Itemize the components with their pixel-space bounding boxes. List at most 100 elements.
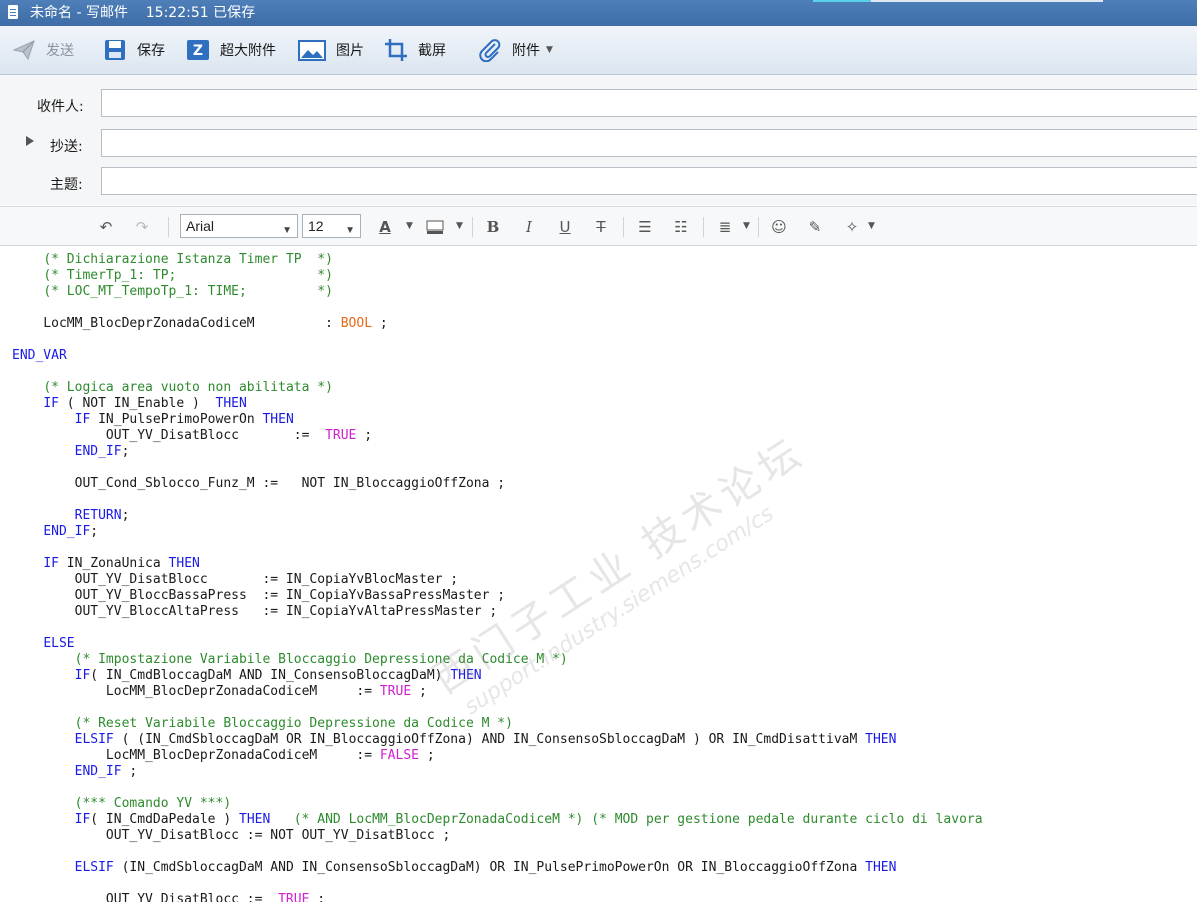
to-field[interactable] [101, 89, 1197, 117]
code-line: IF ( NOT IN_Enable ) THEN [12, 396, 247, 412]
code-token: ( (IN_CmdSbloccagDaM OR IN_BloccaggioOff… [113, 732, 866, 747]
attachment-button[interactable]: 附件 ▼ [478, 36, 553, 64]
chevron-down-icon[interactable]: ▼ [743, 221, 750, 231]
expand-triangle-icon[interactable] [26, 136, 34, 146]
font-size-select[interactable]: 12 ▼ [302, 214, 361, 238]
separator [168, 217, 169, 237]
screenshot-label: 截屏 [418, 43, 446, 59]
code-token: OUT_YV_DisatBlocc := [12, 428, 326, 443]
screenshot-button[interactable]: 截屏 [384, 36, 446, 64]
clear-format-icon[interactable]: ✎ [806, 218, 824, 236]
code-token: LocMM_BlocDeprZonadaCodiceM : [12, 316, 341, 331]
code-token: (* Logica area vuoto non abilitata *) [43, 380, 333, 395]
cc-label: 抄送: [50, 139, 83, 155]
code-line: (* LOC_MT_TempoTp_1: TIME; *) [12, 284, 333, 300]
emoji-icon[interactable]: ☺ [770, 218, 788, 236]
title-progress-strip [813, 0, 1103, 2]
numbered-list-icon[interactable]: ☷ [672, 218, 690, 236]
zip-icon: Z [186, 38, 210, 62]
code-token: ; [121, 444, 130, 459]
code-token: ( IN_CmdDaPedale ) [90, 812, 239, 827]
image-button[interactable]: 图片 [298, 36, 364, 64]
code-token: RETURN [74, 508, 122, 523]
code-token: (* Reset Variabile Bloccaggio Depression… [74, 716, 513, 731]
image-label: 图片 [336, 43, 364, 59]
code-token: (* AND LocMM_BlocDeprZonadaCodiceM *) (*… [293, 812, 983, 827]
text-color-icon[interactable]: A [376, 218, 394, 236]
font-family-value: Arial [186, 218, 215, 234]
code-token: IF [74, 668, 91, 683]
code-line: (*** Comando YV ***) [12, 796, 232, 812]
code-token: (IN_CmdSbloccagDaM AND IN_ConsensoSblocc… [113, 860, 866, 875]
code-token: ; [419, 748, 435, 763]
code-token: THEN [865, 860, 897, 875]
watermark-url: support.industry.siemens.com/cs [459, 501, 779, 721]
code-token: THEN [865, 732, 897, 747]
format-toolbar: ↶ ↷ Arial ▼ 12 ▼ A ▼ ▼ B I U T ☰ ☷ ≣ ▼ ☺ ✎… [0, 206, 1197, 246]
code-line: END_IF; [12, 524, 98, 540]
send-button[interactable]: 发送 [12, 36, 74, 64]
chevron-down-icon[interactable]: ▼ [406, 221, 413, 231]
code-line: END_VAR [12, 348, 67, 364]
code-token: END_IF [74, 444, 122, 459]
code-token: IF [74, 812, 91, 827]
highlight-color-icon[interactable] [426, 218, 444, 236]
large-attachment-button[interactable]: Z 超大附件 [186, 36, 276, 64]
svg-text:Z: Z [193, 43, 203, 59]
strikethrough-icon[interactable]: T [592, 218, 610, 236]
subject-field[interactable] [101, 167, 1197, 195]
code-token: IF [43, 556, 59, 571]
bold-icon[interactable]: B [484, 218, 502, 236]
code-token: THEN [215, 396, 247, 411]
code-token: (* TimerTp_1: TP; *) [43, 268, 333, 283]
chevron-down-icon: ▼ [345, 225, 355, 236]
magic-wand-icon[interactable]: ✧ [843, 218, 861, 236]
code-token: (* LOC_MT_TempoTp_1: TIME; *) [43, 284, 333, 299]
code-token: TRUE [379, 684, 412, 699]
bullet-list-icon[interactable]: ☰ [636, 218, 654, 236]
code-line: IF IN_ZonaUnica THEN [12, 556, 200, 572]
code-line: IF( IN_CmdBloccagDaM AND IN_ConsensoBloc… [12, 668, 482, 684]
code-token: ; [356, 428, 373, 443]
code-token: ELSIF [74, 732, 114, 747]
code-line: ELSE [12, 636, 75, 652]
underline-icon[interactable]: U [556, 218, 574, 236]
undo-icon[interactable]: ↶ [97, 218, 115, 236]
code-token: OUT_YV_DisatBlocc := [12, 892, 279, 902]
code-token: THEN [262, 412, 294, 427]
chevron-down-icon[interactable]: ▼ [456, 221, 463, 231]
cc-field[interactable] [101, 129, 1197, 157]
align-icon[interactable]: ≣ [716, 218, 734, 236]
chevron-down-icon[interactable]: ▼ [868, 221, 875, 231]
code-token: OUT_Cond_Sblocco_Funz_M := NOT IN_Blocca… [12, 476, 506, 491]
message-body-editor[interactable]: (* Dichiarazione Istanza Timer TP *) (* … [0, 246, 1197, 902]
code-token: ( IN_CmdBloccagDaM AND IN_ConsensoBlocca… [90, 668, 451, 683]
code-line: END_IF; [12, 444, 130, 460]
code-line: (* TimerTp_1: TP; *) [12, 268, 333, 284]
code-line: OUT_YV_BloccBassaPress := IN_CopiaYvBass… [12, 588, 505, 604]
code-token: FALSE [379, 748, 419, 763]
header-fields: 收件人: 抄送: 主题: [0, 75, 1197, 205]
saved-status: 15:22:51 已保存 [145, 5, 256, 21]
code-token: ELSE [43, 636, 75, 651]
save-button[interactable]: 保存 [103, 36, 165, 64]
redo-icon[interactable]: ↷ [133, 218, 151, 236]
code-line: LocMM_BlocDeprZonadaCodiceM := FALSE ; [12, 748, 435, 764]
code-token: ( NOT IN_Enable ) [58, 396, 216, 411]
font-family-select[interactable]: Arial ▼ [180, 214, 298, 238]
code-token: OUT_YV_BloccBassaPress := IN_CopiaYvBass… [12, 588, 506, 603]
code-token: IN_ZonaUnica [58, 556, 169, 571]
attachment-label: 附件 [512, 43, 540, 59]
code-token: END_IF [43, 524, 91, 539]
italic-icon[interactable]: I [520, 218, 538, 236]
